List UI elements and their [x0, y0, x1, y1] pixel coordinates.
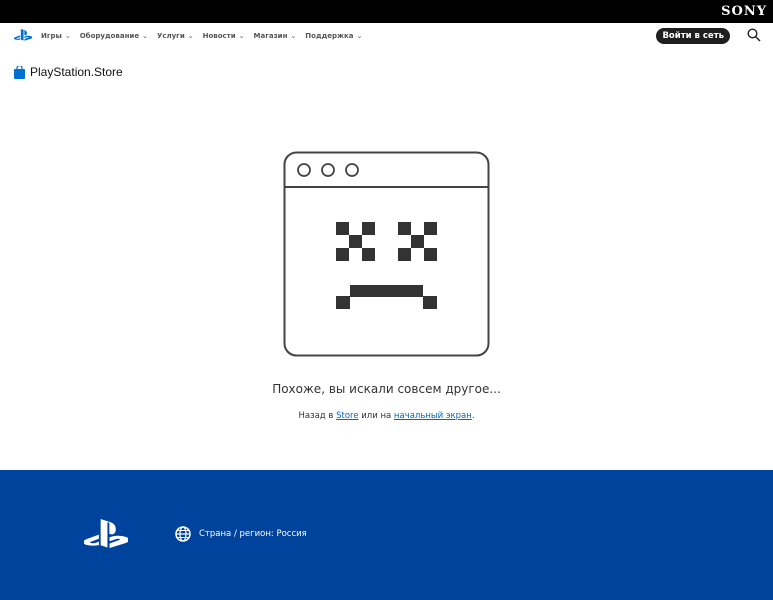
nav-item-services[interactable]: Услуги ⌄	[157, 32, 194, 40]
nav-label: Оборудование	[79, 31, 140, 40]
playstation-store-logo[interactable]: PlayStation.Store	[14, 65, 123, 79]
nav-label: Игры	[41, 31, 62, 40]
header: Игры ⌄ Оборудование ⌄ Услуги ⌄ Новости ⌄ Маг…	[0, 23, 773, 93]
back-suffix: .	[471, 411, 475, 421]
playstation-logo-icon[interactable]	[14, 29, 32, 42]
back-links: Назад в Store или на начальный экран.	[0, 411, 773, 421]
nav-item-games[interactable]: Игры ⌄	[41, 32, 71, 40]
nav-label: Поддержка	[305, 31, 354, 40]
search-icon[interactable]	[747, 28, 761, 42]
store-name: PlayStation.Store	[30, 65, 123, 79]
chevron-down-icon: ⌄	[238, 31, 245, 40]
sign-in-button[interactable]: Войти в сеть	[656, 28, 730, 44]
nav-item-shop[interactable]: Магазин ⌄	[254, 32, 297, 40]
region-selector[interactable]: Страна / регион: Россия	[175, 526, 307, 542]
chevron-down-icon: ⌄	[356, 31, 363, 40]
footer: Страна / регион: Россия	[0, 470, 773, 600]
broken-window-illustration	[283, 151, 490, 357]
nav-label: Магазин	[253, 31, 288, 40]
sony-bar: SONY	[0, 0, 773, 23]
nav-label: Новости	[202, 31, 236, 40]
main-nav: Игры ⌄ Оборудование ⌄ Услуги ⌄ Новости ⌄ Маг…	[14, 29, 362, 42]
store-bag-icon	[14, 65, 25, 79]
nav-item-news[interactable]: Новости ⌄	[203, 32, 245, 40]
error-message: Похоже, вы искали совсем другое...	[272, 382, 501, 396]
chevron-down-icon: ⌄	[64, 31, 71, 40]
store-link[interactable]: Store	[336, 411, 358, 421]
globe-icon	[175, 526, 191, 542]
nav-item-hardware[interactable]: Оборудование ⌄	[80, 32, 148, 40]
chevron-down-icon: ⌄	[142, 31, 148, 40]
back-prefix: Назад в	[298, 411, 337, 421]
sony-logo[interactable]: SONY	[721, 4, 767, 19]
chevron-down-icon: ⌄	[187, 31, 194, 40]
nav-item-support[interactable]: Поддержка ⌄	[305, 32, 362, 40]
playstation-logo-icon[interactable]	[84, 519, 128, 551]
home-link[interactable]: начальный экран	[394, 411, 472, 421]
back-middle: или на	[358, 411, 394, 421]
chevron-down-icon: ⌄	[290, 31, 297, 40]
error-page: Похоже, вы искали совсем другое... Назад…	[0, 93, 773, 470]
region-label: Страна / регион: Россия	[199, 529, 307, 539]
nav-label: Услуги	[156, 31, 185, 40]
